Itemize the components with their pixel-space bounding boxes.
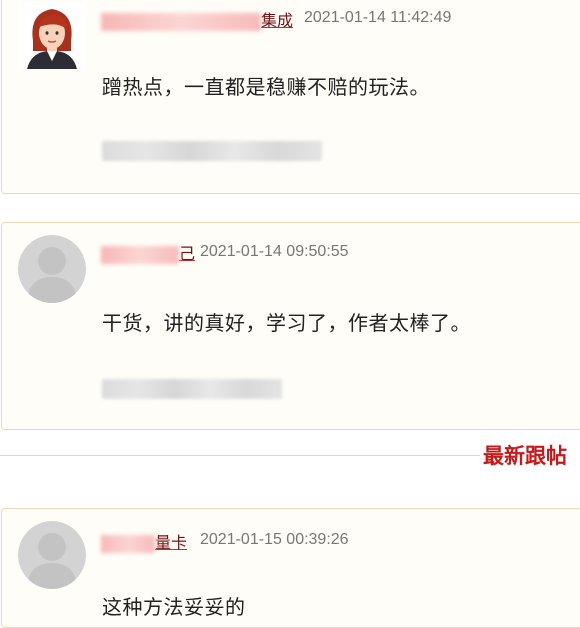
username-link[interactable]: 量卡	[101, 529, 187, 553]
username-link[interactable]: 集成	[101, 7, 293, 31]
redacted-action-bar	[102, 141, 322, 161]
redacted-username	[101, 534, 155, 553]
post-timestamp: 2021-01-14 09:50:55	[200, 243, 349, 260]
redacted-action-bar	[102, 379, 282, 399]
username-link[interactable]: 己	[101, 240, 195, 264]
avatar[interactable]	[18, 521, 86, 589]
latest-replies-heading: 最新跟帖	[483, 444, 567, 468]
comment-card-2: 己 2021-01-14 09:50:55 干货，讲的真好，学习了，作者太棒了。	[1, 222, 580, 430]
avatar[interactable]	[19, 3, 85, 69]
comment-card-3: 量卡 2021-01-15 00:39:26 这种方法妥妥的	[1, 508, 580, 628]
comment-text: 这种方法妥妥的	[102, 595, 246, 619]
avatar[interactable]	[18, 235, 86, 303]
username-visible-part: 己	[179, 244, 196, 263]
username-visible-part: 量卡	[155, 533, 188, 552]
username-visible-part: 集成	[261, 11, 294, 30]
post-timestamp: 2021-01-14 11:42:49	[304, 9, 452, 26]
default-user-avatar-icon	[18, 235, 86, 303]
comment-text: 干货，讲的真好，学习了，作者太棒了。	[102, 311, 471, 335]
female-avatar-icon	[19, 3, 85, 69]
post-timestamp: 2021-01-15 00:39:26	[200, 531, 349, 548]
redacted-username	[101, 245, 179, 264]
comment-text: 蹭热点，一直都是稳赚不赔的玩法。	[102, 75, 430, 99]
section-divider	[0, 455, 480, 456]
default-user-avatar-icon	[18, 521, 86, 589]
redacted-username	[101, 12, 261, 31]
comment-card-1: 集成 2021-01-14 11:42:49 蹭热点，一直都是稳赚不赔的玩法。	[1, 0, 580, 194]
